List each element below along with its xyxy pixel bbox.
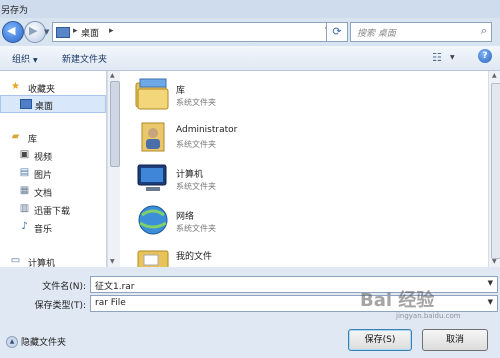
scroll-up-icon[interactable]: ▲ — [492, 72, 497, 79]
scrollbar-thumb[interactable] — [491, 83, 500, 259]
watermark-subtext: jingyan.baidu.com — [396, 312, 461, 320]
history-dropdown-icon[interactable]: ▼ — [44, 28, 49, 36]
nav-documents[interactable]: ▦ 文档 — [0, 183, 104, 199]
view-options-icon[interactable]: ☷ — [432, 51, 446, 64]
file-type: 系统文件夹 — [176, 140, 216, 149]
file-item-my-files[interactable]: 我的文件 — [130, 243, 350, 267]
picture-icon: ▤ — [19, 167, 30, 178]
nav-videos[interactable]: ▣ 视频 — [0, 147, 104, 163]
download-icon: ▥ — [19, 203, 30, 214]
breadcrumb-desktop[interactable]: 桌面 — [81, 26, 99, 39]
file-type: 系统文件夹 — [176, 98, 216, 107]
nav-library[interactable]: ▰ 库 — [0, 129, 104, 145]
file-name: Administrator — [176, 125, 238, 135]
navigation-bar: ◀ ▶ ▼ ▸ 桌面 ▸ ▼ ⟳ 搜索 桌面 ⌕ — [0, 18, 500, 46]
scrollbar-thumb[interactable] — [110, 81, 120, 167]
cancel-button[interactable]: 取消 — [422, 329, 488, 351]
document-icon: ▦ — [19, 185, 30, 196]
chevron-up-icon: ▲ — [6, 335, 18, 348]
computer-icon: ▭ — [10, 255, 21, 266]
view-dropdown-icon[interactable]: ▼ — [450, 54, 455, 61]
breadcrumb-separator: ▸ — [73, 26, 78, 36]
forward-button[interactable]: ▶ — [24, 21, 46, 43]
refresh-icon: ⟳ — [332, 25, 342, 38]
scroll-down-icon[interactable]: ▼ — [110, 258, 115, 265]
nav-label: 桌面 — [35, 102, 54, 112]
folder-icon — [137, 250, 169, 267]
nav-label: 图片 — [34, 171, 53, 181]
search-input[interactable]: 搜索 桌面 ⌕ — [350, 22, 492, 42]
file-name: 网络 — [176, 212, 195, 222]
hide-folders-toggle[interactable]: ▲ 隐藏文件夹 — [6, 335, 66, 348]
nav-label: 音乐 — [34, 225, 53, 235]
nav-label: 收藏夹 — [28, 85, 56, 95]
nav-label: 文档 — [34, 189, 53, 199]
back-arrow-icon: ◀ — [7, 24, 16, 37]
file-list: 库 系统文件夹 Administrator 系统文件夹 计算机 系统文件夹 网络… — [120, 71, 488, 267]
file-type: 系统文件夹 — [176, 182, 216, 191]
file-item-library[interactable]: 库 系统文件夹 — [130, 75, 350, 117]
refresh-button[interactable]: ⟳ — [326, 22, 348, 42]
toolbar: 组织 ▼ 新建文件夹 ☷ ▼ ? — [0, 46, 500, 71]
back-button[interactable]: ◀ — [2, 21, 24, 43]
user-folder-icon — [141, 122, 165, 152]
filename-label: 文件名(N): — [42, 282, 86, 292]
search-placeholder: 搜索 桌面 — [357, 29, 396, 39]
desktop-icon — [20, 99, 32, 109]
help-icon[interactable]: ? — [478, 49, 492, 63]
navigation-pane: ★ 收藏夹 桌面 ▰ 库 ▣ 视频 ▤ 图片 ▦ 文档 ▥ 迅雷下载 ♪ 音乐 … — [0, 71, 107, 269]
search-icon: ⌕ — [480, 24, 487, 37]
nav-label: 迅雷下载 — [34, 207, 71, 217]
file-item-network[interactable]: 网络 系统文件夹 — [130, 201, 350, 243]
file-name: 库 — [176, 86, 186, 96]
library-folder-icon — [135, 78, 169, 110]
file-type-label: 保存类型(T): — [34, 301, 86, 311]
window-title: 另存为 — [1, 6, 29, 16]
file-list-scrollbar[interactable]: ▲ ▼ — [488, 71, 500, 267]
library-icon: ▰ — [11, 131, 20, 142]
scroll-up-icon[interactable]: ▲ — [110, 72, 115, 79]
nav-pictures[interactable]: ▤ 图片 — [0, 165, 104, 181]
chevron-down-icon: ▼ — [33, 57, 38, 64]
scroll-down-icon[interactable]: ▼ — [492, 258, 497, 265]
nav-favorites[interactable]: ★ 收藏夹 — [0, 79, 104, 95]
save-button[interactable]: 保存(S) — [348, 329, 412, 351]
navigation-scrollbar[interactable]: ▲ ▼ — [107, 71, 120, 267]
baidu-watermark: Bai 经验 jingyan.baidu.com — [360, 286, 500, 326]
organize-button[interactable]: 组织 ▼ — [12, 52, 38, 65]
file-name: 我的文件 — [176, 252, 213, 262]
star-icon: ★ — [11, 81, 20, 92]
nav-desktop[interactable]: 桌面 — [0, 95, 106, 113]
computer-icon — [137, 164, 167, 191]
nav-label: 库 — [28, 135, 38, 145]
hide-folders-label: 隐藏文件夹 — [21, 338, 67, 348]
nav-computer[interactable]: ▭ 计算机 — [0, 253, 104, 269]
address-bar[interactable]: ▸ 桌面 ▸ ▼ — [52, 22, 346, 42]
new-folder-button[interactable]: 新建文件夹 — [62, 52, 107, 65]
breadcrumb-separator-2[interactable]: ▸ — [109, 26, 114, 36]
file-item-computer[interactable]: 计算机 系统文件夹 — [130, 159, 350, 201]
nav-label: 视频 — [34, 153, 53, 163]
filename-value: 征文1.rar — [95, 282, 135, 292]
watermark-text: Bai 经验 — [360, 290, 435, 311]
title-bar: 另存为 — [0, 0, 500, 18]
nav-thunder-downloads[interactable]: ▥ 迅雷下载 — [0, 201, 104, 217]
file-name: 计算机 — [176, 170, 204, 180]
file-type: 系统文件夹 — [176, 224, 216, 233]
file-type-value: rar File — [95, 298, 126, 308]
video-icon: ▣ — [19, 149, 30, 160]
nav-music[interactable]: ♪ 音乐 — [0, 219, 104, 235]
network-icon — [138, 205, 168, 235]
music-icon: ♪ — [21, 221, 28, 232]
desktop-icon — [56, 27, 70, 38]
organize-label: 组织 — [12, 55, 31, 65]
forward-arrow-icon: ▶ — [29, 24, 38, 37]
file-item-administrator[interactable]: Administrator 系统文件夹 — [130, 117, 350, 159]
